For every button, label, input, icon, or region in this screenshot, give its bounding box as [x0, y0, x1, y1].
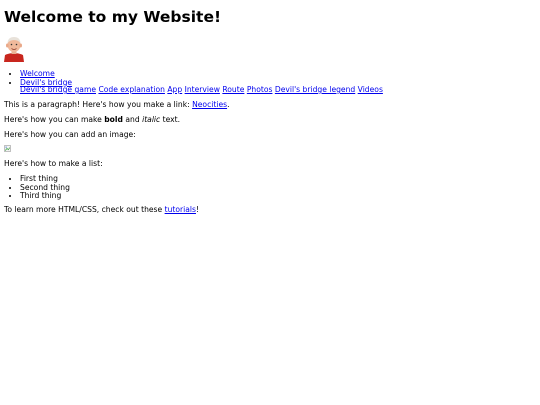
- para2-mid: and: [122, 115, 143, 124]
- para5-text: To learn more HTML/CSS, check out these: [4, 205, 165, 214]
- code-explanation-link[interactable]: Code explanation: [98, 85, 164, 94]
- italic-text: italic: [142, 115, 161, 124]
- para1-text: This is a paragraph! Here's how you make…: [4, 100, 193, 109]
- para2-end: text.: [160, 115, 181, 124]
- devils-bridge-game-link[interactable]: Devil's bridge game: [20, 85, 96, 94]
- app-link[interactable]: App: [167, 85, 182, 94]
- photos-link[interactable]: Photos: [247, 85, 273, 94]
- paragraph-list-intro: Here's how to make a list:: [4, 159, 103, 168]
- bold-text: bold: [104, 115, 123, 124]
- sub-links-row: Devil's bridge game Code explanation App…: [20, 85, 383, 95]
- page-title: Welcome to my Website!: [4, 8, 222, 26]
- paragraph-link-intro: This is a paragraph! Here's how you make…: [4, 100, 230, 110]
- list-item: Third thing: [20, 192, 70, 201]
- demo-list: First thing Second thing Third thing: [20, 174, 70, 201]
- devils-bridge-legend-link[interactable]: Devil's bridge legend: [275, 85, 355, 94]
- videos-link[interactable]: Videos: [358, 85, 383, 94]
- avatar-image: [4, 37, 24, 62]
- paragraph-bold-italic: Here's how you can make bold and italic …: [4, 115, 181, 125]
- para1-end: .: [227, 100, 230, 109]
- para2-text: Here's how you can make: [4, 115, 105, 124]
- paragraph-tutorials: To learn more HTML/CSS, check out these …: [4, 205, 200, 215]
- tutorials-link[interactable]: tutorials: [165, 205, 196, 214]
- paragraph-image-intro: Here's how you can add an image:: [4, 130, 136, 139]
- route-link[interactable]: Route: [222, 85, 244, 94]
- interview-link[interactable]: Interview: [185, 85, 220, 94]
- broken-image-icon: [4, 145, 11, 152]
- para5-end: !: [195, 205, 200, 214]
- neocities-link[interactable]: Neocities: [192, 100, 227, 109]
